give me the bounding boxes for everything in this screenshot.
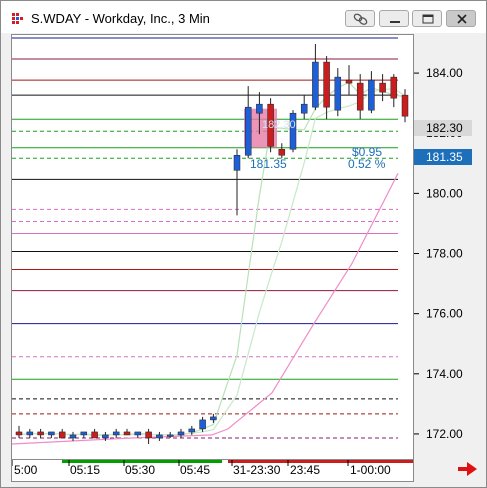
up-candle [210, 416, 217, 421]
time-label: 05:15 [70, 463, 101, 477]
up-candle [256, 103, 263, 114]
window-title: S.WDAY - Workday, Inc., 3 Min [31, 11, 210, 26]
time-label: 05:45 [180, 463, 211, 477]
time-axis[interactable]: 5:00 05:15 05:30 05:45 31-23:30 23:45 1-… [11, 460, 414, 482]
up-candle [80, 431, 88, 436]
price-axis-scale: 184.00182.00180.00178.00176.00174.00172.… [414, 66, 472, 441]
up-candle [26, 431, 34, 436]
up-candle [156, 434, 163, 439]
down-candle [379, 82, 386, 93]
trend-line [11, 173, 399, 445]
down-candle [123, 431, 131, 436]
price-tick-label: 174.00 [426, 367, 463, 381]
up-candle [166, 434, 174, 437]
up-candle [112, 431, 120, 436]
down-candle [323, 61, 330, 108]
scroll-right-icon[interactable] [457, 461, 479, 477]
up-candle [134, 431, 142, 436]
maximize-icon [422, 14, 434, 24]
price-tick-label: 180.00 [426, 186, 463, 200]
price-tick-label: 184.00 [426, 66, 463, 80]
cursor-price-badge: 181.35 [426, 150, 463, 164]
link-icon [353, 13, 368, 25]
price-axis[interactable]: 184.00182.00180.00178.00176.00174.00172.… [414, 34, 474, 460]
price-tick-label: 172.00 [426, 427, 463, 441]
up-candle [244, 106, 252, 156]
faint-price-label: 182.30 [262, 119, 296, 131]
down-candle [345, 79, 353, 84]
moving-average-fast-line [18, 81, 406, 437]
up-candle [312, 61, 319, 108]
chart-app-icon [12, 13, 23, 24]
up-candle [334, 76, 342, 111]
close-button[interactable] [446, 10, 476, 27]
price-tick-label: 178.00 [426, 247, 463, 261]
down-candle [37, 431, 44, 436]
time-label: 23:45 [290, 463, 321, 477]
down-candle [390, 76, 398, 99]
up-candle [300, 103, 308, 114]
down-candle [401, 94, 409, 117]
up-candle [177, 431, 185, 436]
up-candle [48, 431, 55, 436]
down-candle [278, 149, 286, 156]
up-candle [188, 428, 196, 433]
up-candle [199, 419, 206, 430]
link-button[interactable] [345, 10, 375, 27]
down-candle [145, 431, 152, 439]
time-label: 05:30 [125, 463, 156, 477]
close-icon [457, 14, 467, 24]
up-candle [368, 79, 375, 111]
up-candle [102, 434, 109, 439]
last-price-badge: 182.30 [426, 121, 463, 135]
down-candle [91, 431, 98, 439]
price-chart[interactable]: 182.30 $0.95 0.52 % 181.35 [11, 34, 414, 460]
title-bar[interactable]: S.WDAY - Workday, Inc., 3 Min [1, 1, 486, 33]
minimize-button[interactable] [379, 10, 409, 27]
time-label: 31-23:30 [233, 463, 281, 477]
minimize-icon [390, 21, 400, 23]
time-label: 5:00 [14, 463, 38, 477]
candlestick-plot[interactable]: 182.30$0.950.52 %181.35 [11, 35, 413, 459]
maximize-button[interactable] [412, 10, 442, 27]
chart-window: S.WDAY - Workday, Inc., 3 Min 182.30 $0.… [0, 0, 487, 488]
time-label: 1-00:00 [350, 463, 391, 477]
price-tick-label: 176.00 [426, 307, 463, 321]
up-candle [233, 155, 241, 171]
down-candle [15, 431, 23, 436]
down-candle [356, 82, 364, 111]
up-candle [69, 434, 77, 439]
down-candle [58, 431, 66, 439]
change-percent-label: 0.52 % [348, 157, 386, 171]
moving-average-slow-line [18, 88, 406, 436]
cursor-price-label: 181.35 [250, 157, 287, 171]
